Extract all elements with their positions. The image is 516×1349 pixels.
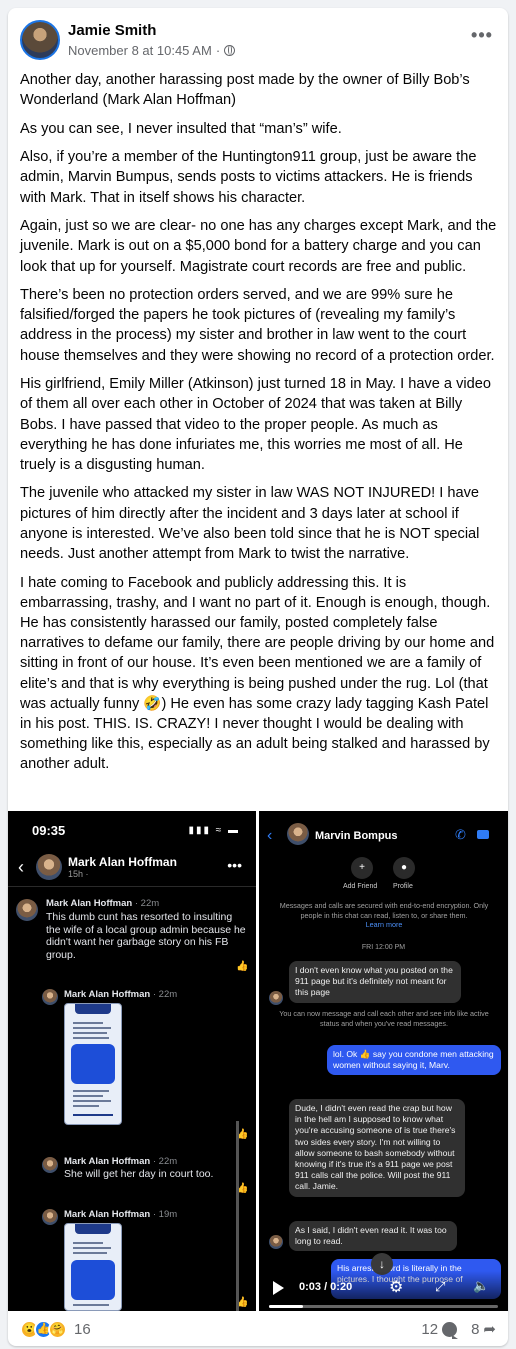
phone-icon: ✆: [455, 827, 466, 842]
comments-header: ‹ Mark Alan Hoffman 15h · •••: [8, 847, 256, 887]
post-paragraph: Also, if you’re a member of the Huntingt…: [20, 149, 477, 206]
post-paragraph: The juvenile who attacked my sister in l…: [20, 485, 480, 563]
comment-icon: [442, 1321, 459, 1339]
avatar: [36, 854, 62, 880]
settings-gear-icon[interactable]: ⚙: [389, 1277, 403, 1297]
post-paragraph: I hate coming to Facebook and publicly a…: [20, 574, 495, 773]
status-time: 09:35: [32, 823, 66, 838]
message-outgoing: lol. Ok 👍 say you condone men attacking …: [327, 1045, 501, 1076]
add-friend-label: Add Friend: [343, 883, 378, 890]
message-incoming: As I said, I didn't even read it. It was…: [289, 1221, 457, 1252]
chat-contact-name: Marvin Bompus: [315, 830, 398, 842]
like-icon: 👍: [236, 961, 249, 972]
date-separator: FRI 12:00 PM: [361, 944, 406, 951]
avatar: [269, 1235, 283, 1249]
status-icons: ▮▮▮ ≈ ▬: [188, 825, 240, 836]
avatar: [16, 899, 38, 921]
fullscreen-icon[interactable]: ⤢: [435, 1279, 445, 1295]
author-name[interactable]: Jamie Smith: [68, 22, 156, 39]
comment-time: · 19m: [152, 1209, 178, 1220]
post-card: Jamie Smith November 8 at 10:45 AM · •••…: [8, 8, 508, 1346]
post-header: Jamie Smith November 8 at 10:45 AM · •••: [20, 20, 496, 64]
encryption-text: Messages and calls are secured with end-…: [279, 901, 489, 920]
reaction-count: 16: [74, 1321, 91, 1338]
add-friend-icon: +: [351, 857, 373, 879]
post-meta: November 8 at 10:45 AM ·: [68, 43, 236, 58]
post-paragraph: Another day, another harassing post made…: [20, 72, 470, 109]
screenshot-comments[interactable]: 09:35 ▮▮▮ ≈ ▬ ‹ Mark Alan Hoffman 15h · …: [8, 811, 256, 1311]
comments-stat[interactable]: 12: [421, 1320, 459, 1339]
video-time: 0:03 / 0:20: [299, 1281, 353, 1293]
video-call-icon: [477, 830, 489, 839]
comment-author: Mark Alan Hoffman · 22m: [64, 989, 177, 1000]
back-arrow-icon: ‹: [267, 827, 273, 844]
comment-author-name: Mark Alan Hoffman: [64, 1209, 151, 1220]
comment-image: [64, 1223, 122, 1311]
avatar: [42, 989, 58, 1005]
comment-author: Mark Alan Hoffman · 19m: [64, 1209, 177, 1220]
more-horizontal-icon[interactable]: •••: [468, 26, 496, 50]
learn-more-link: Learn more: [365, 920, 403, 930]
volume-icon[interactable]: 🔈: [473, 1278, 489, 1294]
share-arrow-icon: ➦: [483, 1321, 496, 1338]
post-footer: 😮 👍 🤗 16 12 8 ➦: [20, 1320, 496, 1342]
post-paragraph: As you can see, I never insulted that “m…: [20, 120, 342, 137]
comment-text: She will get her day in court too.: [64, 1168, 214, 1180]
video-progress-fill: [269, 1305, 304, 1308]
scrollbar: [236, 1121, 239, 1311]
post-paragraph: Again, just so we are clear- no one has …: [20, 218, 497, 275]
encryption-note: Messages and calls are secured with end-…: [275, 901, 493, 930]
comment-time: · 22m: [134, 898, 160, 909]
care-reaction-icon: 🤗: [48, 1320, 67, 1339]
system-note: You can now message and call each other …: [279, 1009, 489, 1028]
avatar: [269, 991, 283, 1005]
author-avatar[interactable]: [20, 20, 60, 60]
profile-label: Profile: [393, 883, 413, 890]
back-arrow-icon: ‹: [18, 857, 24, 877]
comment-time: · 22m: [152, 989, 178, 1000]
comment-author-name: Mark Alan Hoffman: [64, 989, 151, 1000]
video-progress-bar[interactable]: [269, 1305, 498, 1308]
reactions-summary[interactable]: 😮 👍 🤗 16: [20, 1320, 91, 1339]
message-incoming: I don't even know what you posted on the…: [289, 961, 461, 1003]
screenshot-messenger[interactable]: ‹ Marvin Bompus ✆ + Add Friend ● Profile…: [259, 811, 508, 1311]
post-timestamp[interactable]: November 8 at 10:45 AM: [68, 43, 212, 58]
post-stats: 12 8 ➦: [421, 1320, 496, 1339]
comment-count: 12: [421, 1320, 439, 1338]
comment-author: Mark Alan Hoffman · 22m: [64, 1156, 177, 1167]
comment-time: · 22m: [152, 1156, 178, 1167]
post-body: Another day, another harassing post made…: [20, 70, 498, 783]
comment-text: This dumb cunt has resorted to insulting…: [46, 911, 246, 961]
share-count: 8: [471, 1320, 480, 1338]
play-icon[interactable]: [273, 1281, 284, 1295]
globe-icon: [224, 45, 236, 56]
comment-author-name: Mark Alan Hoffman: [64, 1156, 151, 1167]
post-paragraph: His girlfriend, Emily Miller (Atkinson) …: [20, 376, 491, 473]
avatar: [287, 823, 309, 845]
avatar: [42, 1209, 58, 1225]
post-images: 09:35 ▮▮▮ ≈ ▬ ‹ Mark Alan Hoffman 15h · …: [8, 811, 508, 1311]
shares-stat[interactable]: 8 ➦: [471, 1320, 496, 1339]
header-name: Mark Alan Hoffman: [68, 855, 177, 869]
comment-author-name: Mark Alan Hoffman: [46, 898, 133, 909]
comment-author: Mark Alan Hoffman · 22m: [46, 898, 159, 909]
more-horizontal-icon: •••: [227, 857, 242, 873]
profile-icon: ●: [393, 857, 415, 879]
messenger-header: ‹ Marvin Bompus ✆: [259, 821, 508, 851]
video-controls: 0:03 / 0:20 ⚙ ⤢ 🔈: [259, 1271, 508, 1311]
header-subtitle: 15h ·: [68, 869, 89, 879]
post-paragraph: There’s been no protection orders served…: [20, 287, 495, 364]
comment-image: [64, 1003, 122, 1125]
message-incoming: Dude, I didn't even read the crap but ho…: [289, 1099, 465, 1197]
avatar: [42, 1157, 58, 1173]
meta-separator: ·: [215, 43, 221, 58]
